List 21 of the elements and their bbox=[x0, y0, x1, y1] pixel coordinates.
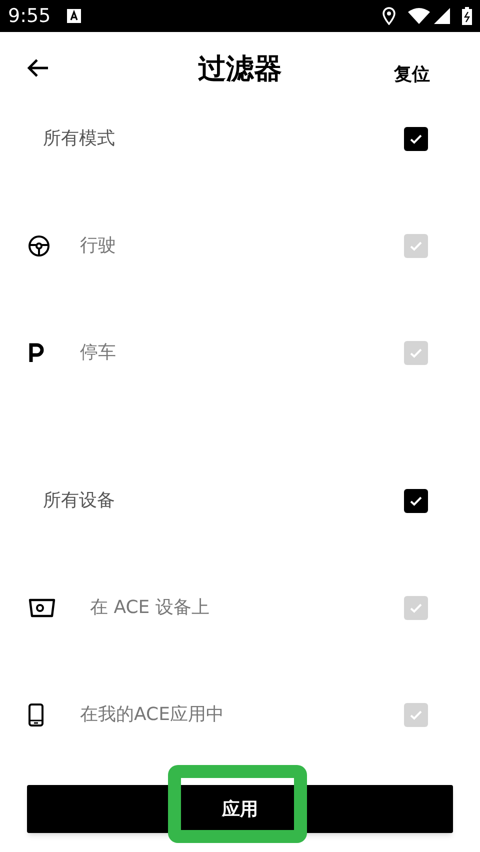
battery-icon bbox=[462, 7, 472, 25]
filter-label: 在 ACE 设备上 bbox=[89, 596, 210, 620]
filter-label: 行驶 bbox=[80, 234, 117, 258]
parking-icon bbox=[28, 342, 44, 362]
filter-label: 停车 bbox=[80, 341, 117, 365]
checkbox[interactable] bbox=[404, 488, 428, 512]
page-title: 过滤器 bbox=[198, 51, 282, 87]
reset-button[interactable]: 复位 bbox=[394, 60, 430, 88]
phone-icon bbox=[28, 702, 44, 726]
steering-wheel-icon bbox=[28, 234, 50, 256]
status-time: 9:55 bbox=[8, 4, 51, 29]
signal-icon bbox=[434, 8, 450, 24]
section-label: 所有模式 bbox=[43, 127, 116, 151]
filter-label: 在我的ACE应用中 bbox=[80, 703, 225, 727]
wifi-icon bbox=[408, 8, 430, 24]
apply-button[interactable]: 应用 bbox=[27, 785, 453, 833]
checkbox[interactable] bbox=[404, 126, 428, 150]
section-label: 所有设备 bbox=[43, 489, 116, 513]
location-icon bbox=[382, 7, 396, 25]
notification-icon bbox=[66, 9, 81, 23]
camera-device-icon bbox=[28, 598, 56, 618]
